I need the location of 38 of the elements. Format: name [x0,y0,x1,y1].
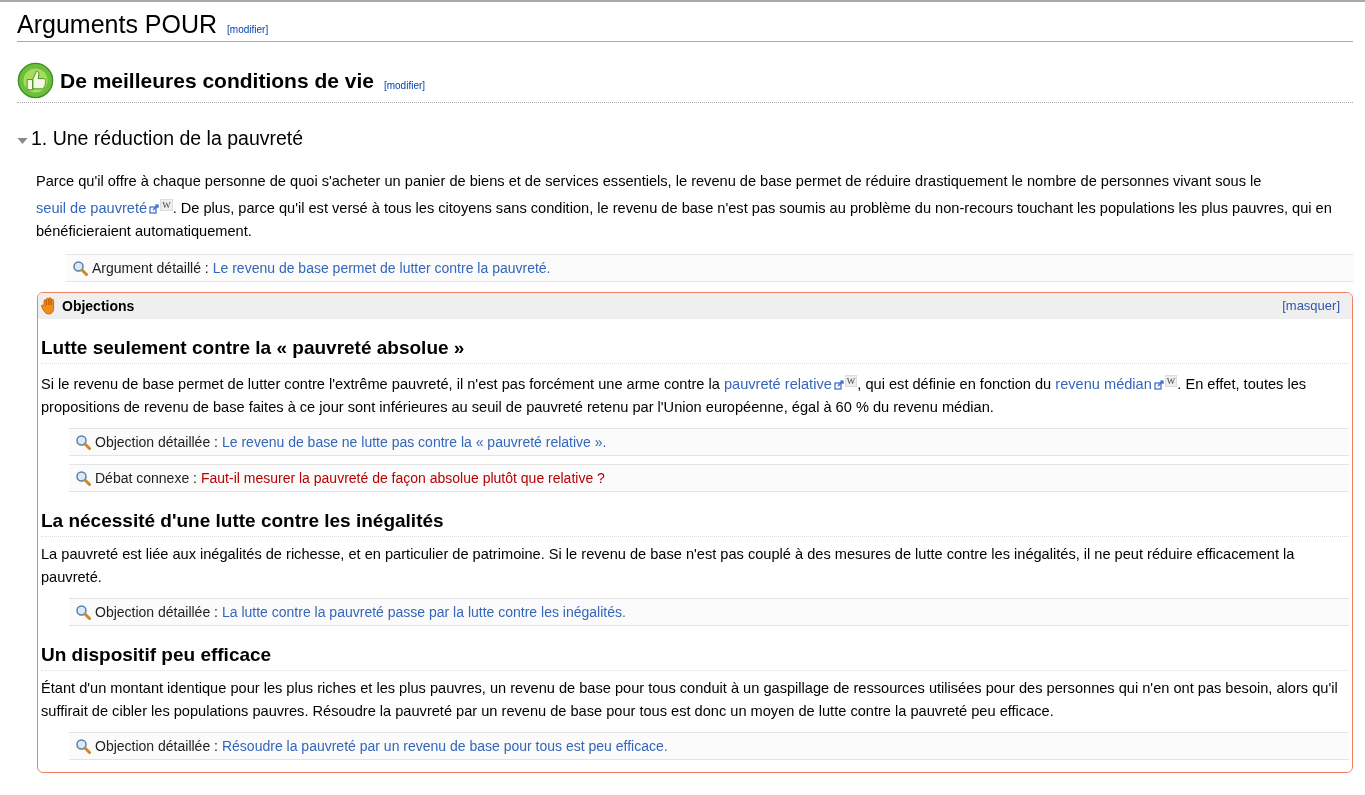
detail-label: Argument détaillé : [92,259,209,276]
detail-link[interactable]: Résoudre la pauvreté par un revenu de base pour tous est peu efficace. [221,737,668,754]
thumbs-up-icon [17,62,54,99]
search-icon [75,469,91,486]
objection-heading: Lutte seulement contre la « pauvreté absolue » [41,336,1349,364]
detail-link[interactable]: Le revenu de base ne lutte pas contre la « pauvreté relative ». [221,433,607,450]
objections-title: Objections [62,297,136,314]
wiki-badge: W [844,374,858,387]
subsection-heading: De meilleures conditions de vie [60,68,374,93]
detail-label: Objection détaillée : [95,433,218,450]
wiki-badge: W [160,198,173,211]
paragraph: Si le revenu de base permet de lutter contre l'extrême pauvreté, il n'est pas forcément une arme contre la pauvreté relative $^{W}$, qui est définie en fonction du revenu médian $^{W}$. En effet, toutes les propositions de revenu de base faites à ce jour sont inférieures au seuil de pauvreté retenu par l'Union européenne, égal à 60 % du revenu médian. [41,373,1308,417]
detail-link[interactable]: Faut-il mesurer la pauvreté de façon absolue plutôt que relative ? [200,469,605,486]
paragraph: Parce qu'il offre à chaque personne de quoi s'acheter un panier de biens et de services essentiels, le revenu de base permet de réduire drastiquement le nombre de personnes vivant sous le seuil de pauvreté $^{W}$. De plus, parce qu'il est versé à tous les citoyens sans condition, le revenu de base n'est pas soumis au problème du non-recours touchant les populations les plus pauvres, qui en bénéficieraient automatiquement. [36,172,1333,241]
collapse-arrow-icon[interactable] [17,137,28,144]
search-icon [75,433,91,450]
external-link-icon [833,379,844,390]
edit-link[interactable]: [modifier] [227,24,269,35]
detail-link[interactable]: Le revenu de base permet de lutter contre la pauvreté. [212,259,551,276]
search-icon [75,603,91,620]
hide-toggle-link[interactable]: [masquer] [1282,298,1340,313]
hand-icon [41,296,57,315]
edit-link[interactable]: [modifier] [383,80,426,91]
search-icon [75,737,91,754]
paragraph: Étant d'un montant identique pour les plus riches et les plus pauvres, un revenu de base pour tous conduit à un gaspillage de ressources utilisées pour des personnes qui n'en ont pas besoin, alors qu'il suffirait de cibler les populations pauvres. Résoudre la pauvreté par un revenu de base pour tous est donc un moyen de lutte contre la pauvreté peu efficace. [41,678,1339,721]
external-link-icon [149,203,160,214]
objection-heading: La nécessité d'une lutte contre les inégalités [41,509,1349,537]
objection-heading: Un dispositif peu efficace [41,643,1349,671]
detail-label: Objection détaillée : [95,603,218,620]
argument-heading: 1. Une réduction de la pauvreté [31,127,304,150]
detail-link[interactable]: La lutte contre la pauvreté passe par la lutte contre les inégalités. [221,603,626,620]
section-heading: Arguments POUR [17,10,218,39]
wiki-badge: W [1164,374,1178,387]
search-icon [72,259,88,276]
external-link-icon [1153,379,1164,390]
paragraph: La pauvreté est liée aux inégalités de richesse, et en particulier de patrimoine. Si le revenu de base n'est pas couplé à des mesures de lutte contre les inégalités, il ne peut réduire efficacement la pauvreté. [41,544,1296,587]
detail-label: Objection détaillée : [95,737,218,754]
detail-label: Débat connexe : [95,469,197,486]
